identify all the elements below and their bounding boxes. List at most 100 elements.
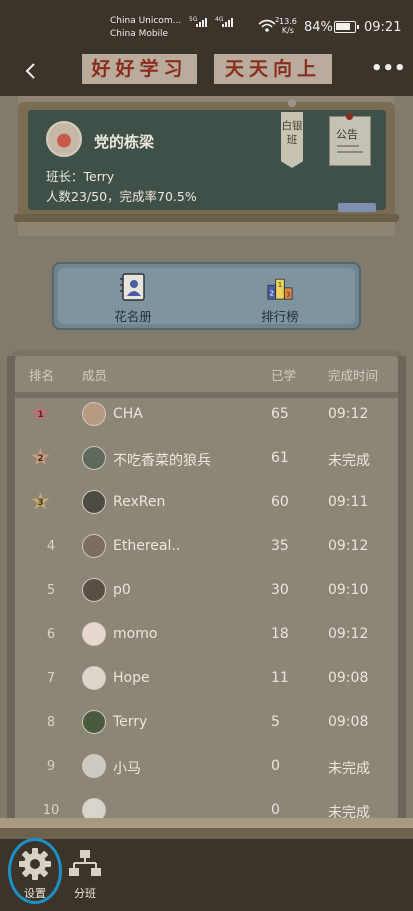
class-avatar[interactable] (46, 121, 82, 157)
completion-time: 09:12 (328, 406, 369, 422)
table-row[interactable]: 5 p0 30 09:10 (15, 573, 398, 617)
member-avatar[interactable] (82, 490, 106, 514)
member-name: momo (113, 626, 158, 642)
network-speed: 13.6 K/s (279, 17, 297, 35)
rank-medal-icon: 2 (31, 448, 50, 466)
ranking-table: 排名 成员 已学 完成时间 1 CHA 65 09:12 2 不吃香菜的狼兵 61 未完成 3 R… (15, 356, 398, 818)
table-row[interactable]: 4 Ethereal.. 35 09:12 (15, 529, 398, 573)
member-name: Terry (113, 714, 148, 730)
rank-number: 8 (46, 715, 56, 730)
title-bar: 好好学习 天天向上 ••• (0, 46, 413, 96)
rank-number: 5 (46, 583, 56, 598)
table-row[interactable]: 7 Hope 11 09:08 (15, 661, 398, 705)
rank-number: 4 (46, 539, 56, 554)
member-name: 不吃香菜的狼兵 (113, 453, 211, 469)
header-rank: 排名 (29, 368, 55, 383)
table-row[interactable]: 9 小马 0 未完成 (15, 749, 398, 793)
member-avatar[interactable] (82, 754, 106, 778)
signal-icon (196, 18, 207, 27)
member-name: RexRen (113, 494, 166, 510)
signal-icon-2 (222, 18, 233, 27)
table-row[interactable]: 3 RexRen 60 09:11 (15, 485, 398, 529)
member-avatar[interactable] (82, 534, 106, 558)
member-name: CHA (113, 406, 143, 422)
completion-time: 09:08 (328, 714, 369, 730)
table-row[interactable]: 10 0 未完成 (15, 793, 398, 818)
member-name: Hope (113, 670, 150, 686)
battery-icon (334, 21, 359, 33)
learned-count: 35 (271, 538, 289, 554)
member-name: Ethereal.. (113, 538, 181, 554)
roster-button[interactable]: 花名册 (93, 268, 173, 326)
completion-time: 09:10 (328, 582, 369, 598)
member-avatar[interactable] (82, 666, 106, 690)
table-row[interactable]: 1 CHA 65 09:12 (15, 397, 398, 441)
svg-text:1: 1 (278, 281, 282, 289)
divide-class-label: 分班 (74, 887, 96, 900)
back-button[interactable] (17, 57, 45, 85)
member-avatar[interactable] (82, 578, 106, 602)
learned-count: 11 (271, 670, 289, 686)
more-button[interactable]: ••• (371, 60, 406, 81)
rank-medal-icon: 1 (31, 404, 50, 422)
member-avatar[interactable] (82, 622, 106, 646)
learned-count: 30 (271, 582, 289, 598)
rank-number: 7 (46, 671, 56, 686)
table-header: 排名 成员 已学 完成时间 (15, 356, 398, 392)
notice-label: 公告 (336, 128, 358, 141)
battery-level (336, 23, 350, 30)
svg-text:3: 3 (286, 291, 290, 299)
member-avatar[interactable] (82, 446, 106, 470)
leaderboard-button[interactable]: 2 1 3 排行榜 (240, 268, 320, 326)
member-name: p0 (113, 582, 131, 598)
more-icon: ••• (371, 58, 406, 79)
table-row[interactable]: 6 momo 18 09:12 (15, 617, 398, 661)
learned-count: 60 (271, 494, 289, 510)
completion-time: 09:12 (328, 538, 369, 554)
class-monitor: 班长：Terry (46, 169, 115, 184)
roster-label: 花名册 (114, 309, 152, 324)
learned-count: 65 (271, 406, 289, 422)
org-chart-icon (69, 850, 101, 876)
title-left: 好好学习 (82, 54, 197, 84)
eraser-icon (338, 203, 376, 212)
member-avatar[interactable] (82, 710, 106, 734)
table-post-right (398, 356, 406, 818)
rank-number: 9 (46, 759, 56, 774)
table-row[interactable]: 8 Terry 5 09:08 (15, 705, 398, 749)
carrier-2: China Mobile (110, 29, 169, 39)
header-member: 成员 (82, 368, 108, 383)
blackboard-ledge (14, 214, 399, 222)
tag-pin (288, 99, 296, 107)
completion-time: 09:11 (328, 494, 369, 510)
member-avatar[interactable] (82, 798, 106, 818)
member-avatar[interactable] (82, 402, 106, 426)
settings-button[interactable]: 设置 (13, 845, 57, 905)
table-row[interactable]: 2 不吃香菜的狼兵 61 未完成 (15, 441, 398, 485)
learned-count: 0 (271, 758, 280, 774)
notice-line (337, 151, 363, 153)
pin-icon (346, 113, 353, 120)
member-name: 小马 (113, 761, 141, 777)
table-post-left (7, 356, 15, 818)
completion-time: 未完成 (328, 761, 370, 777)
rank-number: 10 (42, 803, 60, 818)
svg-text:2: 2 (270, 290, 274, 298)
class-stats: 人数23/50，完成率70.5% (46, 189, 197, 204)
chevron-left-icon (25, 63, 35, 79)
rank-number: 6 (46, 627, 56, 642)
divide-class-button[interactable]: 分班 (63, 845, 107, 905)
title-right: 天天向上 (214, 54, 332, 84)
clock: 09:21 (364, 20, 402, 35)
leaderboard-label: 排行榜 (261, 309, 299, 324)
completion-time: 未完成 (328, 453, 370, 469)
completion-time: 未完成 (328, 805, 370, 818)
completion-time: 09:12 (328, 626, 369, 642)
class-level-tag: 白银班 (281, 112, 303, 168)
notice-line (337, 145, 359, 147)
roster-book-icon (120, 273, 145, 301)
status-bar: China Unicom... China Mobile 5G 4G 2 13.… (0, 0, 413, 46)
learned-count: 61 (271, 450, 289, 466)
learned-count: 18 (271, 626, 289, 642)
learned-count: 5 (271, 714, 280, 730)
